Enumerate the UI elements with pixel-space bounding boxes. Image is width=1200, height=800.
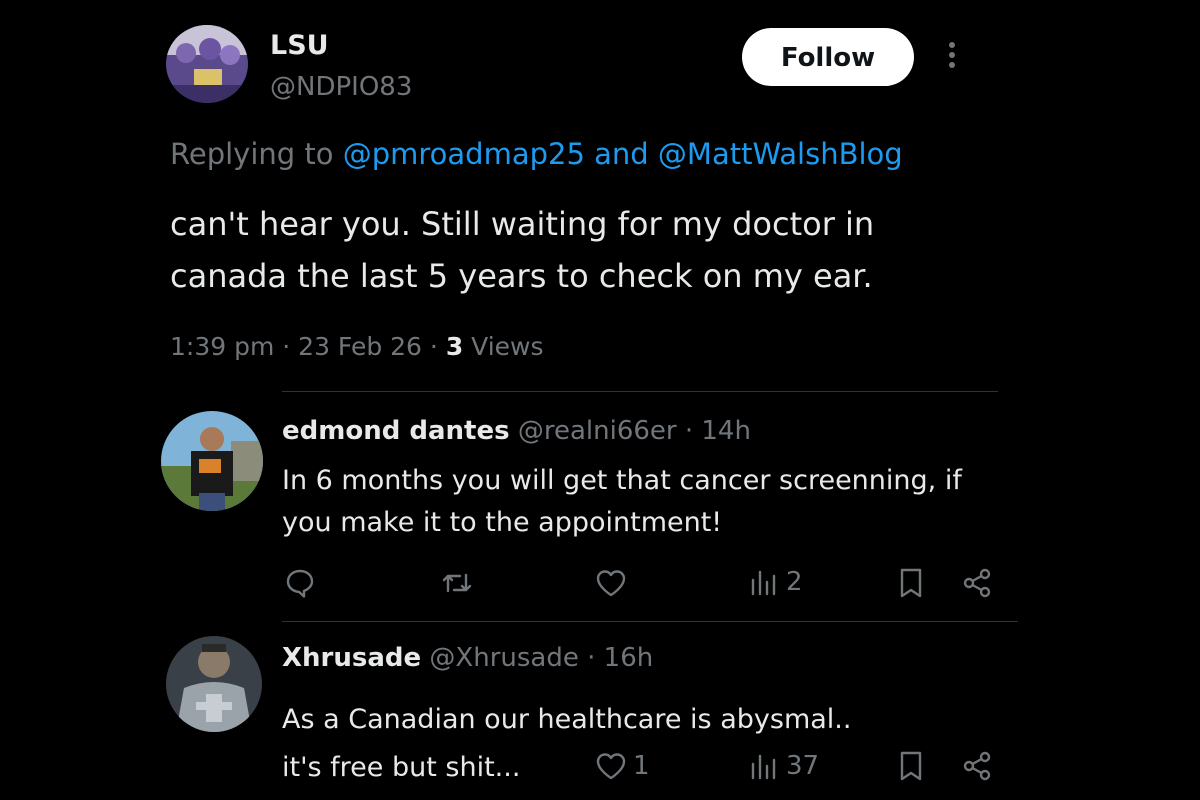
replying-to-line: Replying to @pmroadmap25 and @MattWalshB… xyxy=(170,137,903,171)
heart-icon xyxy=(596,753,626,780)
reply-author-handle[interactable]: @Xhrusade xyxy=(429,643,578,673)
share-icon xyxy=(963,751,991,781)
views-action[interactable]: 2 xyxy=(750,566,803,598)
bar-chart-icon xyxy=(751,570,776,596)
replying-prefix: Replying to xyxy=(170,137,334,171)
meta-separator: · xyxy=(282,332,291,361)
reply-age[interactable]: 14h xyxy=(701,416,751,446)
bookmark-icon xyxy=(900,751,922,781)
tweet-text-line: can't hear you. Still waiting for my doc… xyxy=(170,205,875,243)
bookmark-icon xyxy=(900,568,922,598)
heart-icon xyxy=(596,570,626,597)
reply-text-line: As a Canadian our healthcare is abysmal.… xyxy=(282,704,852,735)
tweet-text: can't hear you. Still waiting for my doc… xyxy=(170,198,874,302)
views-label: Views xyxy=(471,332,544,361)
reply-target-link[interactable]: @MattWalshBlog xyxy=(658,137,903,171)
bookmark-action[interactable] xyxy=(898,750,924,782)
retweet-icon xyxy=(442,573,472,593)
reply-age[interactable]: 16h xyxy=(604,643,654,673)
bar-chart-icon xyxy=(751,754,776,780)
views-count: 37 xyxy=(786,751,820,781)
reply-text-line: In 6 months you will get that cancer scr… xyxy=(282,465,962,496)
reply-header: Xhrusade @Xhrusade · 16h xyxy=(282,643,653,673)
meta-separator: · xyxy=(429,332,438,361)
tweet-meta: 1:39 pm · 23 Feb 26 · 3 Views xyxy=(170,332,544,361)
views-count: 2 xyxy=(786,567,803,597)
reply-author-name[interactable]: edmond dantes xyxy=(282,416,510,446)
author-name[interactable]: LSU xyxy=(270,30,329,61)
meta-separator: · xyxy=(684,416,694,446)
reply-avatar[interactable] xyxy=(166,636,262,732)
tweet-date[interactable]: 23 Feb 26 xyxy=(298,332,422,361)
reply-action[interactable] xyxy=(284,567,316,599)
tweet-time[interactable]: 1:39 pm xyxy=(170,332,274,361)
reply-conjunction: and xyxy=(594,137,649,171)
follow-button[interactable]: Follow xyxy=(742,28,914,86)
author-avatar[interactable] xyxy=(166,25,248,103)
divider xyxy=(282,621,1018,622)
share-action[interactable] xyxy=(960,749,994,783)
share-action[interactable] xyxy=(960,566,994,600)
bookmark-action[interactable] xyxy=(898,567,924,599)
like-action[interactable] xyxy=(595,568,627,598)
like-count: 1 xyxy=(633,751,650,781)
reply-text: In 6 months you will get that cancer scr… xyxy=(282,460,962,544)
share-icon xyxy=(963,568,991,598)
tweet-text-line: canada the last 5 years to check on my e… xyxy=(170,257,873,295)
reply-target-link[interactable]: @pmroadmap25 xyxy=(343,137,585,171)
like-action[interactable]: 1 xyxy=(595,751,650,781)
reply-author-handle[interactable]: @realni66er xyxy=(518,416,677,446)
reply-header: edmond dantes @realni66er · 14h xyxy=(282,416,751,446)
comment-icon xyxy=(286,569,314,598)
views-count: 3 xyxy=(445,332,464,361)
views-action[interactable]: 37 xyxy=(750,750,819,782)
reply-avatar[interactable] xyxy=(161,411,263,511)
divider xyxy=(282,391,998,392)
reply-text-line: you make it to the appointment! xyxy=(282,507,723,538)
retweet-action[interactable] xyxy=(440,567,474,599)
reply-author-name[interactable]: Xhrusade xyxy=(282,643,421,673)
more-vertical-icon[interactable] xyxy=(944,42,960,72)
author-handle[interactable]: @NDPIO83 xyxy=(270,72,412,102)
meta-separator: · xyxy=(587,643,596,673)
